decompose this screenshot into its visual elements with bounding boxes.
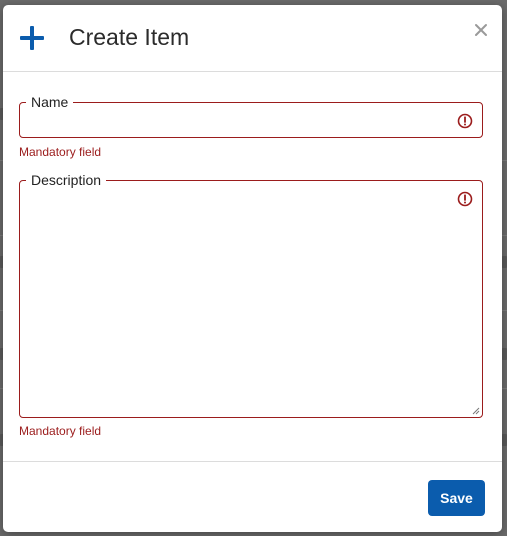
dialog-footer: Save [3,461,502,532]
description-field: Description [19,171,483,418]
dialog-header: Create Item [3,5,502,72]
plus-icon [20,26,44,50]
name-input[interactable] [30,112,450,130]
dialog-body: Name Mandatory field Description Mandato… [3,72,502,461]
name-field-label: Name [26,93,74,111]
alert-circle-icon [457,113,473,129]
background-edge-mark [502,256,507,268]
close-button[interactable] [472,21,490,39]
description-textarea[interactable] [30,193,450,411]
description-field-label: Description [26,171,107,189]
resize-handle-icon[interactable] [472,407,480,415]
alert-circle-icon [457,191,473,207]
background-edge-mark [502,348,507,360]
create-item-dialog: Create Item Name Mandatory field Descrip… [3,5,502,532]
dialog-title: Create Item [69,24,190,50]
description-helper-text: Mandatory field [19,424,102,438]
name-helper-text: Mandatory field [19,145,102,159]
background-edge-mark [502,434,507,446]
save-button[interactable]: Save [428,480,485,516]
close-icon [475,24,487,36]
name-field: Name [19,93,483,138]
